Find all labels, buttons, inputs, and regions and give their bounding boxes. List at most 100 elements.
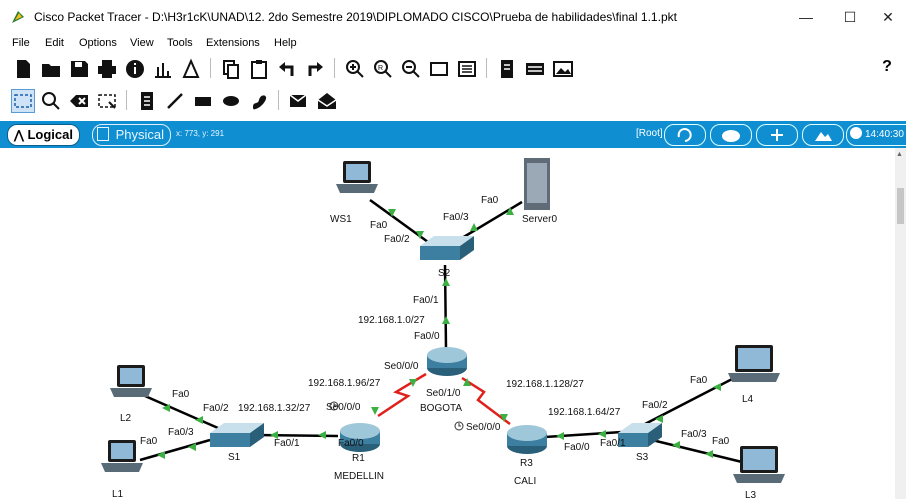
s2-switch-icon[interactable] [420,236,474,260]
new-file-icon[interactable] [12,58,34,80]
port-s2-fa03: Fa0/3 [443,212,469,223]
network-label-32: 192.168.1.32/27 [238,403,311,414]
notes-icon[interactable] [496,58,518,80]
select-tool-icon[interactable] [11,89,35,113]
zoom-out-icon[interactable] [400,58,422,80]
add-simple-pdu-icon[interactable] [288,90,310,112]
physical-icon [97,127,109,141]
paste-icon[interactable] [248,58,270,80]
medellin-label: MEDELLIN [334,471,384,482]
network-label-64: 192.168.1.64/27 [548,407,621,418]
zoom-in-icon[interactable] [344,58,366,80]
bogota-router-icon[interactable] [427,347,467,376]
image-icon[interactable] [552,58,574,80]
print-icon[interactable] [96,58,118,80]
clock-icon [850,127,862,139]
r3-router-icon[interactable] [507,425,547,454]
device-dialog-icon[interactable] [524,58,546,80]
activity-wizard-icon[interactable] [180,58,202,80]
simulation-clock: 14:40:30 [846,124,906,146]
save-icon[interactable] [68,58,90,80]
ws1-laptop-icon[interactable] [336,161,378,193]
menu-view[interactable]: View [130,37,154,49]
minimize-button[interactable]: — [788,6,824,28]
port-bogota-se000: Se0/0/0 [384,361,419,372]
l4-laptop-icon[interactable] [728,345,780,382]
tab-physical[interactable]: Physical [92,124,172,146]
copy-icon[interactable] [220,58,242,80]
close-button[interactable]: ✕ [870,6,906,28]
drawing-palette-icon[interactable] [428,58,450,80]
new-cluster-icon[interactable] [710,124,752,146]
redo-icon[interactable] [304,58,326,80]
network-info-icon[interactable] [152,58,174,80]
ws1-label: WS1 [330,214,352,225]
s1-switch-icon[interactable] [210,423,264,447]
undo-icon[interactable] [276,58,298,80]
bogota-label: BOGOTA [420,403,462,414]
port-l4-fa0: Fa0 [690,375,708,386]
menu-extensions[interactable]: Extensions [206,37,260,49]
s2-label: S2 [438,268,451,279]
port-s3-fa03: Fa0/3 [681,429,707,440]
menu-edit[interactable]: Edit [45,37,64,49]
menu-options[interactable]: Options [79,37,117,49]
server0-label: Server0 [522,214,557,225]
r1-label: R1 [352,453,365,464]
move-object-icon[interactable] [756,124,798,146]
draw-rectangle-icon[interactable] [192,90,214,112]
menu-help[interactable]: Help [274,37,297,49]
port-bogota-se010: Se0/1/0 [426,388,461,399]
port-l3-fa0: Fa0 [712,436,730,447]
maximize-button[interactable]: ☐ [832,6,868,28]
l1-laptop-icon[interactable] [101,440,143,472]
network-label-96: 192.168.1.96/27 [308,378,381,389]
delete-tool-icon[interactable] [68,90,90,112]
back-icon[interactable] [664,124,706,146]
port-s1-fa02: Fa0/2 [203,403,229,414]
clock-icon [454,421,464,431]
resize-shape-icon[interactable] [96,90,118,112]
l3-label: L3 [745,490,757,499]
l2-label: L2 [120,413,132,424]
vertical-scrollbar[interactable]: ▲ [895,148,906,499]
scroll-up-icon[interactable]: ▲ [896,151,903,158]
add-complex-pdu-icon[interactable] [316,90,338,112]
port-s1-fa01: Fa0/1 [274,438,300,449]
menu-bar: File Edit Options View Tools Extensions … [0,34,906,54]
topology-canvas[interactable]: WS1 Server0 S2 BOGOTA R1 MEDELLIN R3 CAL… [5,148,895,499]
draw-ellipse-icon[interactable] [220,90,242,112]
port-s2-fa02: Fa0/2 [384,234,410,245]
menu-tools[interactable]: Tools [167,37,193,49]
custom-device-icon[interactable] [456,58,478,80]
root-path[interactable]: [Root] [636,128,663,139]
l4-label: L4 [742,394,754,405]
info-icon[interactable] [124,58,146,80]
port-l1-fa0: Fa0 [140,436,158,447]
clock-time: 14:40:30 [865,129,904,140]
inspect-tool-icon[interactable] [40,90,62,112]
place-note-icon[interactable] [136,90,158,112]
logical-workspace[interactable]: WS1 Server0 S2 BOGOTA R1 MEDELLIN R3 CAL… [5,148,895,499]
port-server-fa0: Fa0 [481,195,499,206]
port-s2-fa01: Fa0/1 [413,295,439,306]
draw-line-icon[interactable] [164,90,186,112]
zoom-reset-icon[interactable]: R [372,58,394,80]
network-label-0: 192.168.1.0/27 [358,315,425,326]
menu-file[interactable]: File [12,37,30,49]
workspace-tab-bar: ⋀ Logical Physical x: 773, y: 291 [Root]… [0,121,906,148]
tab-logical[interactable]: ⋀ Logical [7,124,80,146]
cursor-coordinates: x: 773, y: 291 [176,129,225,138]
logical-icon: ⋀ [14,128,24,142]
server0-icon[interactable] [524,158,550,210]
freeform-icon[interactable] [248,90,270,112]
scrollbar-thumb[interactable] [897,188,904,224]
help-button[interactable]: ? [876,58,898,80]
l3-laptop-icon[interactable] [733,446,785,483]
l2-laptop-icon[interactable] [110,365,152,397]
packet-tracer-app-icon [10,9,26,28]
open-folder-icon[interactable] [40,58,62,80]
r3-label: R3 [520,458,533,469]
edit-toolbar [0,86,906,116]
set-background-icon[interactable] [802,124,844,146]
